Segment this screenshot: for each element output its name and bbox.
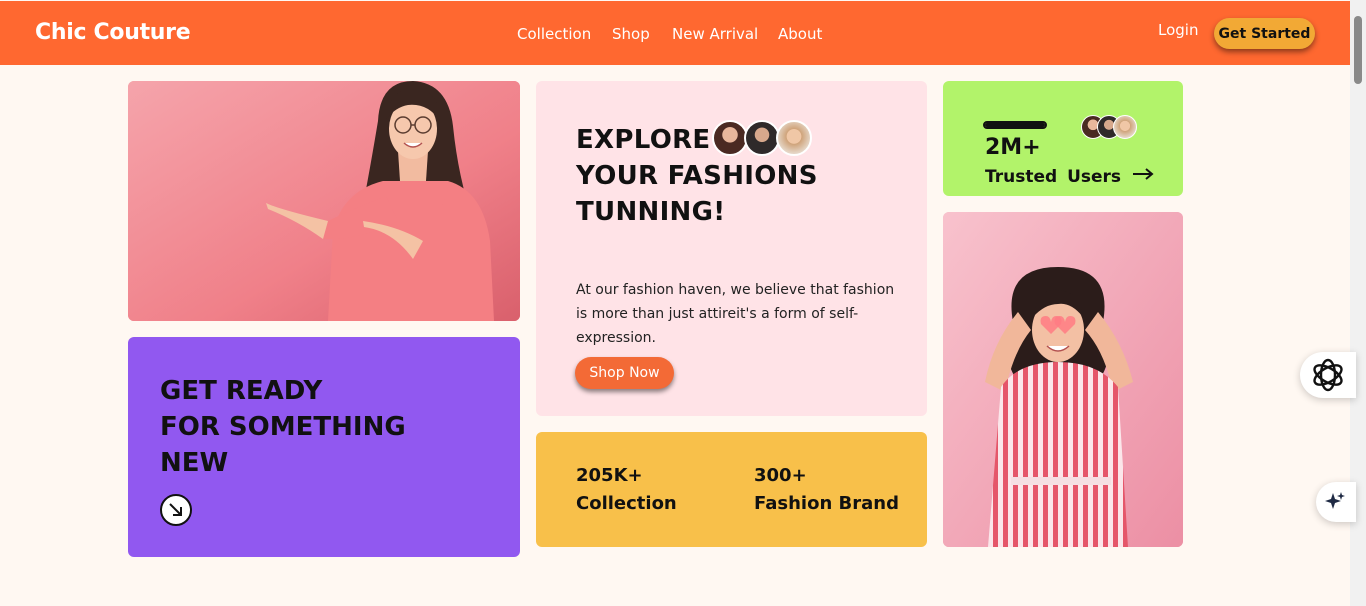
nav-link-new-arrival[interactable]: New Arrival bbox=[672, 25, 758, 43]
stats-card: 205K+ Collection 300+ Fashion Brand bbox=[536, 432, 927, 547]
sparkle-widget-button[interactable] bbox=[1316, 482, 1356, 522]
nav-link-about[interactable]: About bbox=[778, 25, 822, 43]
promo-title: GET READY FOR SOMETHING NEW bbox=[160, 373, 460, 481]
promo-card-get-ready: GET READY FOR SOMETHING NEW bbox=[128, 337, 520, 557]
promo-title-line-3: NEW bbox=[160, 448, 229, 478]
nav-link-shop[interactable]: Shop bbox=[612, 25, 650, 43]
users-label: Trusted Users bbox=[985, 167, 1122, 187]
trusted-users-card: 2M+ Trusted Users bbox=[943, 81, 1183, 196]
hero-description: At our fashion haven, we believe that fa… bbox=[576, 282, 895, 346]
stat-collection-value: 205K+ bbox=[576, 465, 643, 486]
stat-brand-value: 300+ bbox=[754, 465, 807, 486]
avatar bbox=[744, 120, 780, 156]
stat-fashion-brand: 300+ Fashion Brand bbox=[754, 462, 899, 518]
photo-woman-striped-jumpsuit bbox=[943, 212, 1183, 547]
hero-title-line-2: YOUR FASHIONS bbox=[576, 161, 818, 191]
promo-title-line-1: GET READY bbox=[160, 376, 323, 406]
hero-card-explore: EXPLORE YOUR FASHIONS TUNNING! At our fa… bbox=[536, 81, 927, 416]
users-progress-bar bbox=[983, 121, 1047, 129]
avatar bbox=[776, 120, 812, 156]
avatar bbox=[1113, 115, 1137, 139]
arrow-down-right-button[interactable] bbox=[160, 494, 192, 526]
users-count: 2M+ bbox=[985, 135, 1041, 160]
arrow-right-icon bbox=[1133, 168, 1154, 180]
assistant-widget-button[interactable] bbox=[1300, 352, 1356, 398]
scrollbar-thumb[interactable] bbox=[1354, 16, 1362, 84]
stat-brand-label: Fashion Brand bbox=[754, 493, 899, 514]
stat-collection-label: Collection bbox=[576, 493, 677, 514]
get-started-button[interactable]: Get Started bbox=[1214, 18, 1315, 49]
nav-link-collection[interactable]: Collection bbox=[517, 25, 591, 43]
woman-striped-illustration bbox=[943, 212, 1183, 547]
users-arrow-link[interactable] bbox=[1132, 166, 1154, 185]
hero-photo-woman-pointing bbox=[128, 81, 520, 321]
hero-title-line-3: TUNNING! bbox=[576, 197, 726, 227]
promo-title-line-2: FOR SOMETHING bbox=[160, 412, 406, 442]
top-navbar: Chic Couture Collection Shop New Arrival… bbox=[0, 1, 1350, 65]
brand-logo[interactable]: Chic Couture bbox=[35, 20, 191, 45]
login-link[interactable]: Login bbox=[1158, 21, 1198, 39]
users-progress-fill bbox=[985, 123, 1045, 127]
arrow-down-right-icon bbox=[169, 503, 182, 516]
openai-knot-icon bbox=[1313, 358, 1343, 392]
shop-now-button[interactable]: Shop Now bbox=[575, 357, 674, 389]
woman-pointing-illustration bbox=[128, 81, 520, 321]
sparkle-icon bbox=[1325, 492, 1345, 509]
avatar bbox=[712, 120, 748, 156]
stat-collection: 205K+ Collection bbox=[576, 462, 677, 518]
